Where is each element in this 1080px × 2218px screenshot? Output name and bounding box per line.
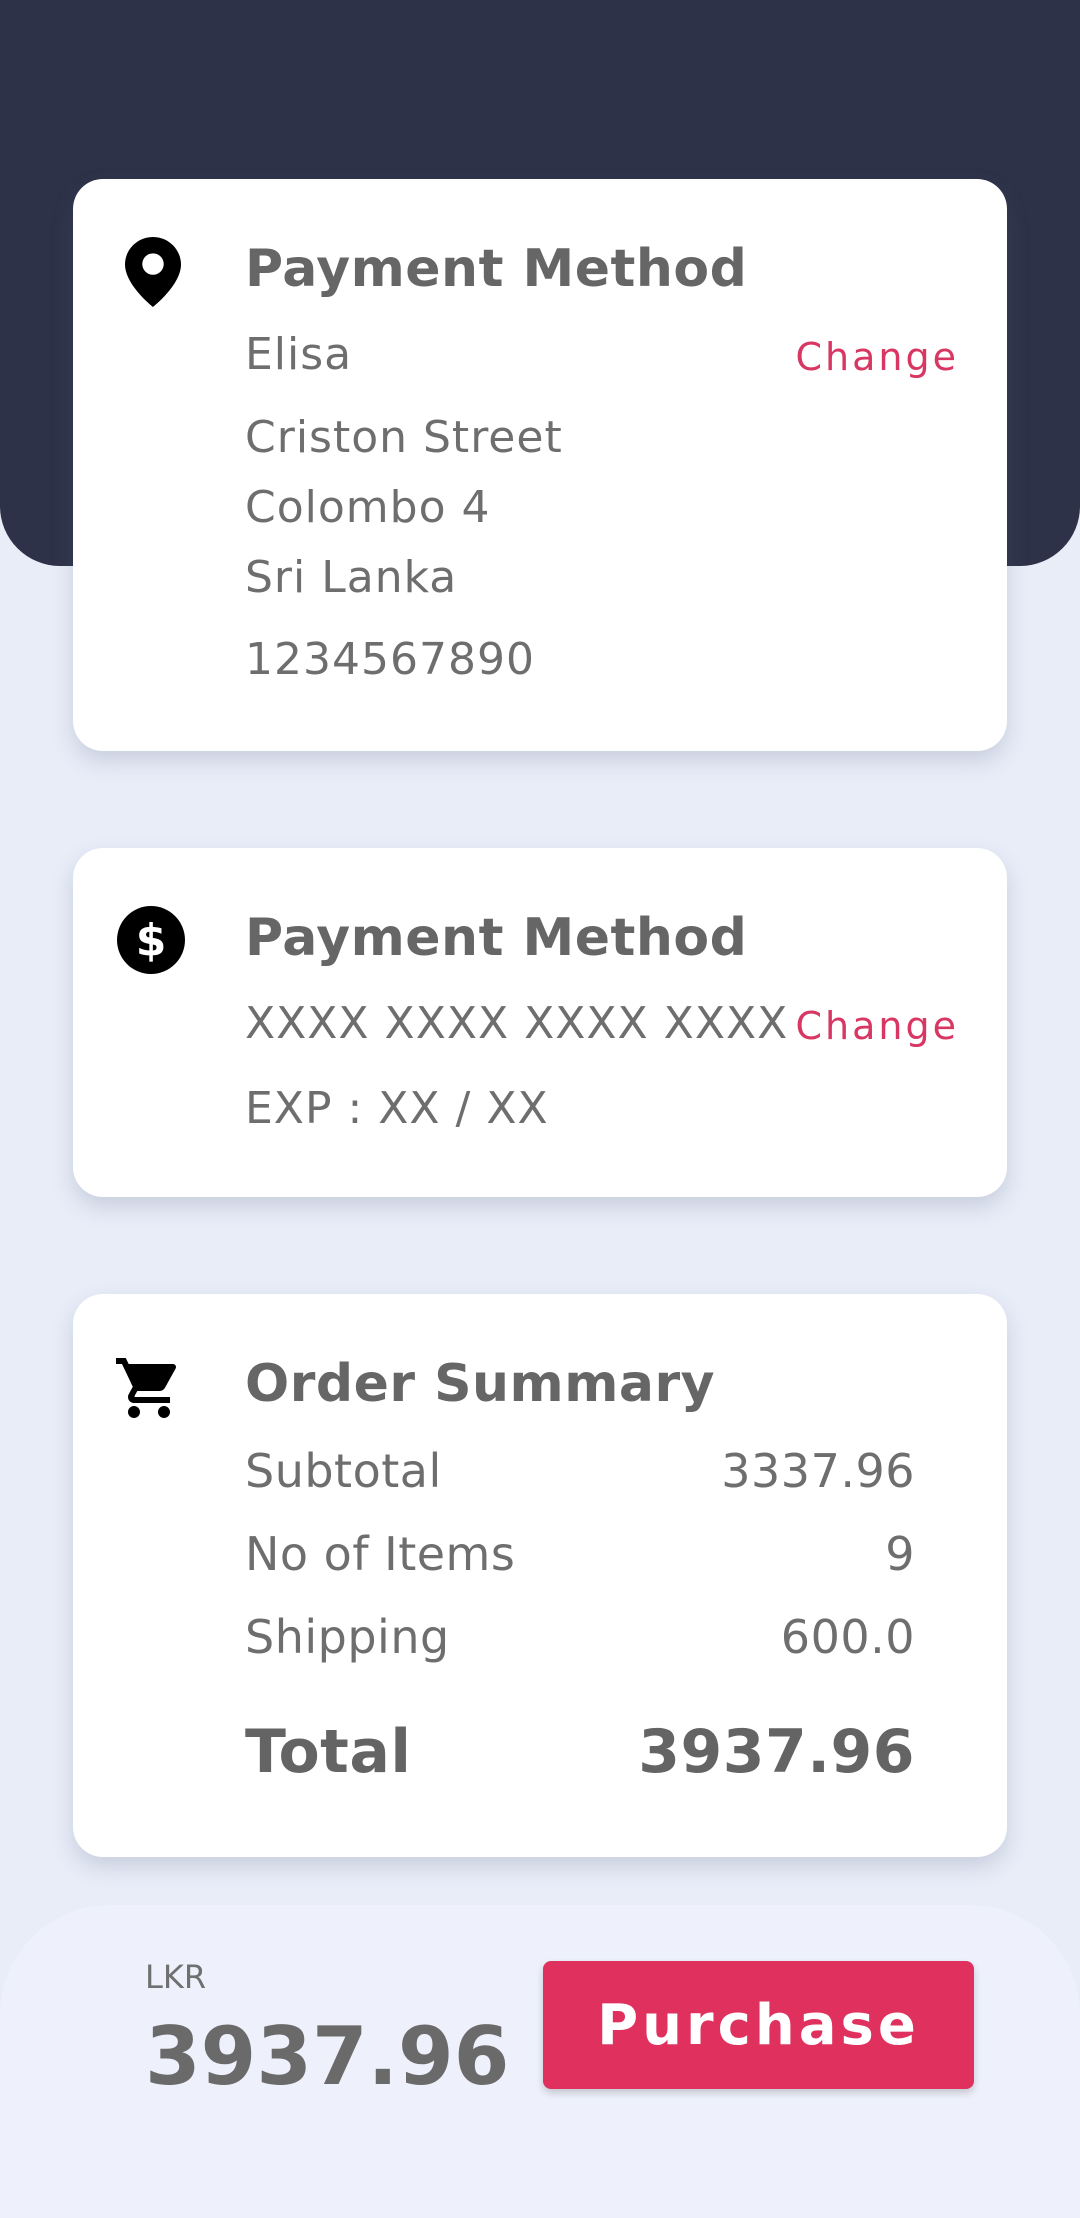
currency-label: LKR [145, 1958, 207, 1996]
change-payment-link[interactable]: Change [796, 1004, 960, 1048]
cart-icon [113, 1352, 185, 1424]
address-card: Payment Method Elisa Change Criston Stre… [73, 179, 1007, 751]
address-phone: 1234567890 [245, 634, 535, 685]
dollar-circle-icon: $ [117, 906, 185, 974]
purchase-button[interactable]: Purchase [543, 1961, 974, 2089]
subtotal-label: Subtotal [245, 1444, 442, 1498]
change-address-link[interactable]: Change [796, 335, 960, 379]
order-summary-title: Order Summary [245, 1354, 716, 1414]
address-country: Sri Lanka [245, 552, 458, 603]
footer-amount: 3937.96 [145, 2010, 510, 2103]
total-label: Total [245, 1717, 412, 1787]
card-number: XXXX XXXX XXXX XXXX [245, 998, 789, 1049]
checkout-footer: LKR 3937.96 Purchase [0, 1905, 1080, 2218]
address-street: Criston Street [245, 412, 563, 463]
card-expiry: EXP : XX / XX [245, 1083, 549, 1134]
items-value: 9 [885, 1527, 915, 1581]
address-card-title: Payment Method [245, 239, 748, 299]
order-summary-card: Order Summary Subtotal 3337.96 No of Ite… [73, 1294, 1007, 1857]
payment-card: $ Payment Method XXXX XXXX XXXX XXXX Cha… [73, 848, 1007, 1197]
shipping-label: Shipping [245, 1610, 450, 1664]
shipping-value: 600.0 [780, 1610, 915, 1664]
address-city: Colombo 4 [245, 482, 491, 533]
total-value: 3937.96 [638, 1717, 915, 1787]
svg-text:$: $ [136, 915, 167, 966]
address-name: Elisa [245, 329, 353, 380]
items-label: No of Items [245, 1527, 516, 1581]
payment-card-title: Payment Method [245, 908, 748, 968]
location-pin-icon [125, 237, 181, 307]
subtotal-value: 3337.96 [721, 1444, 915, 1498]
